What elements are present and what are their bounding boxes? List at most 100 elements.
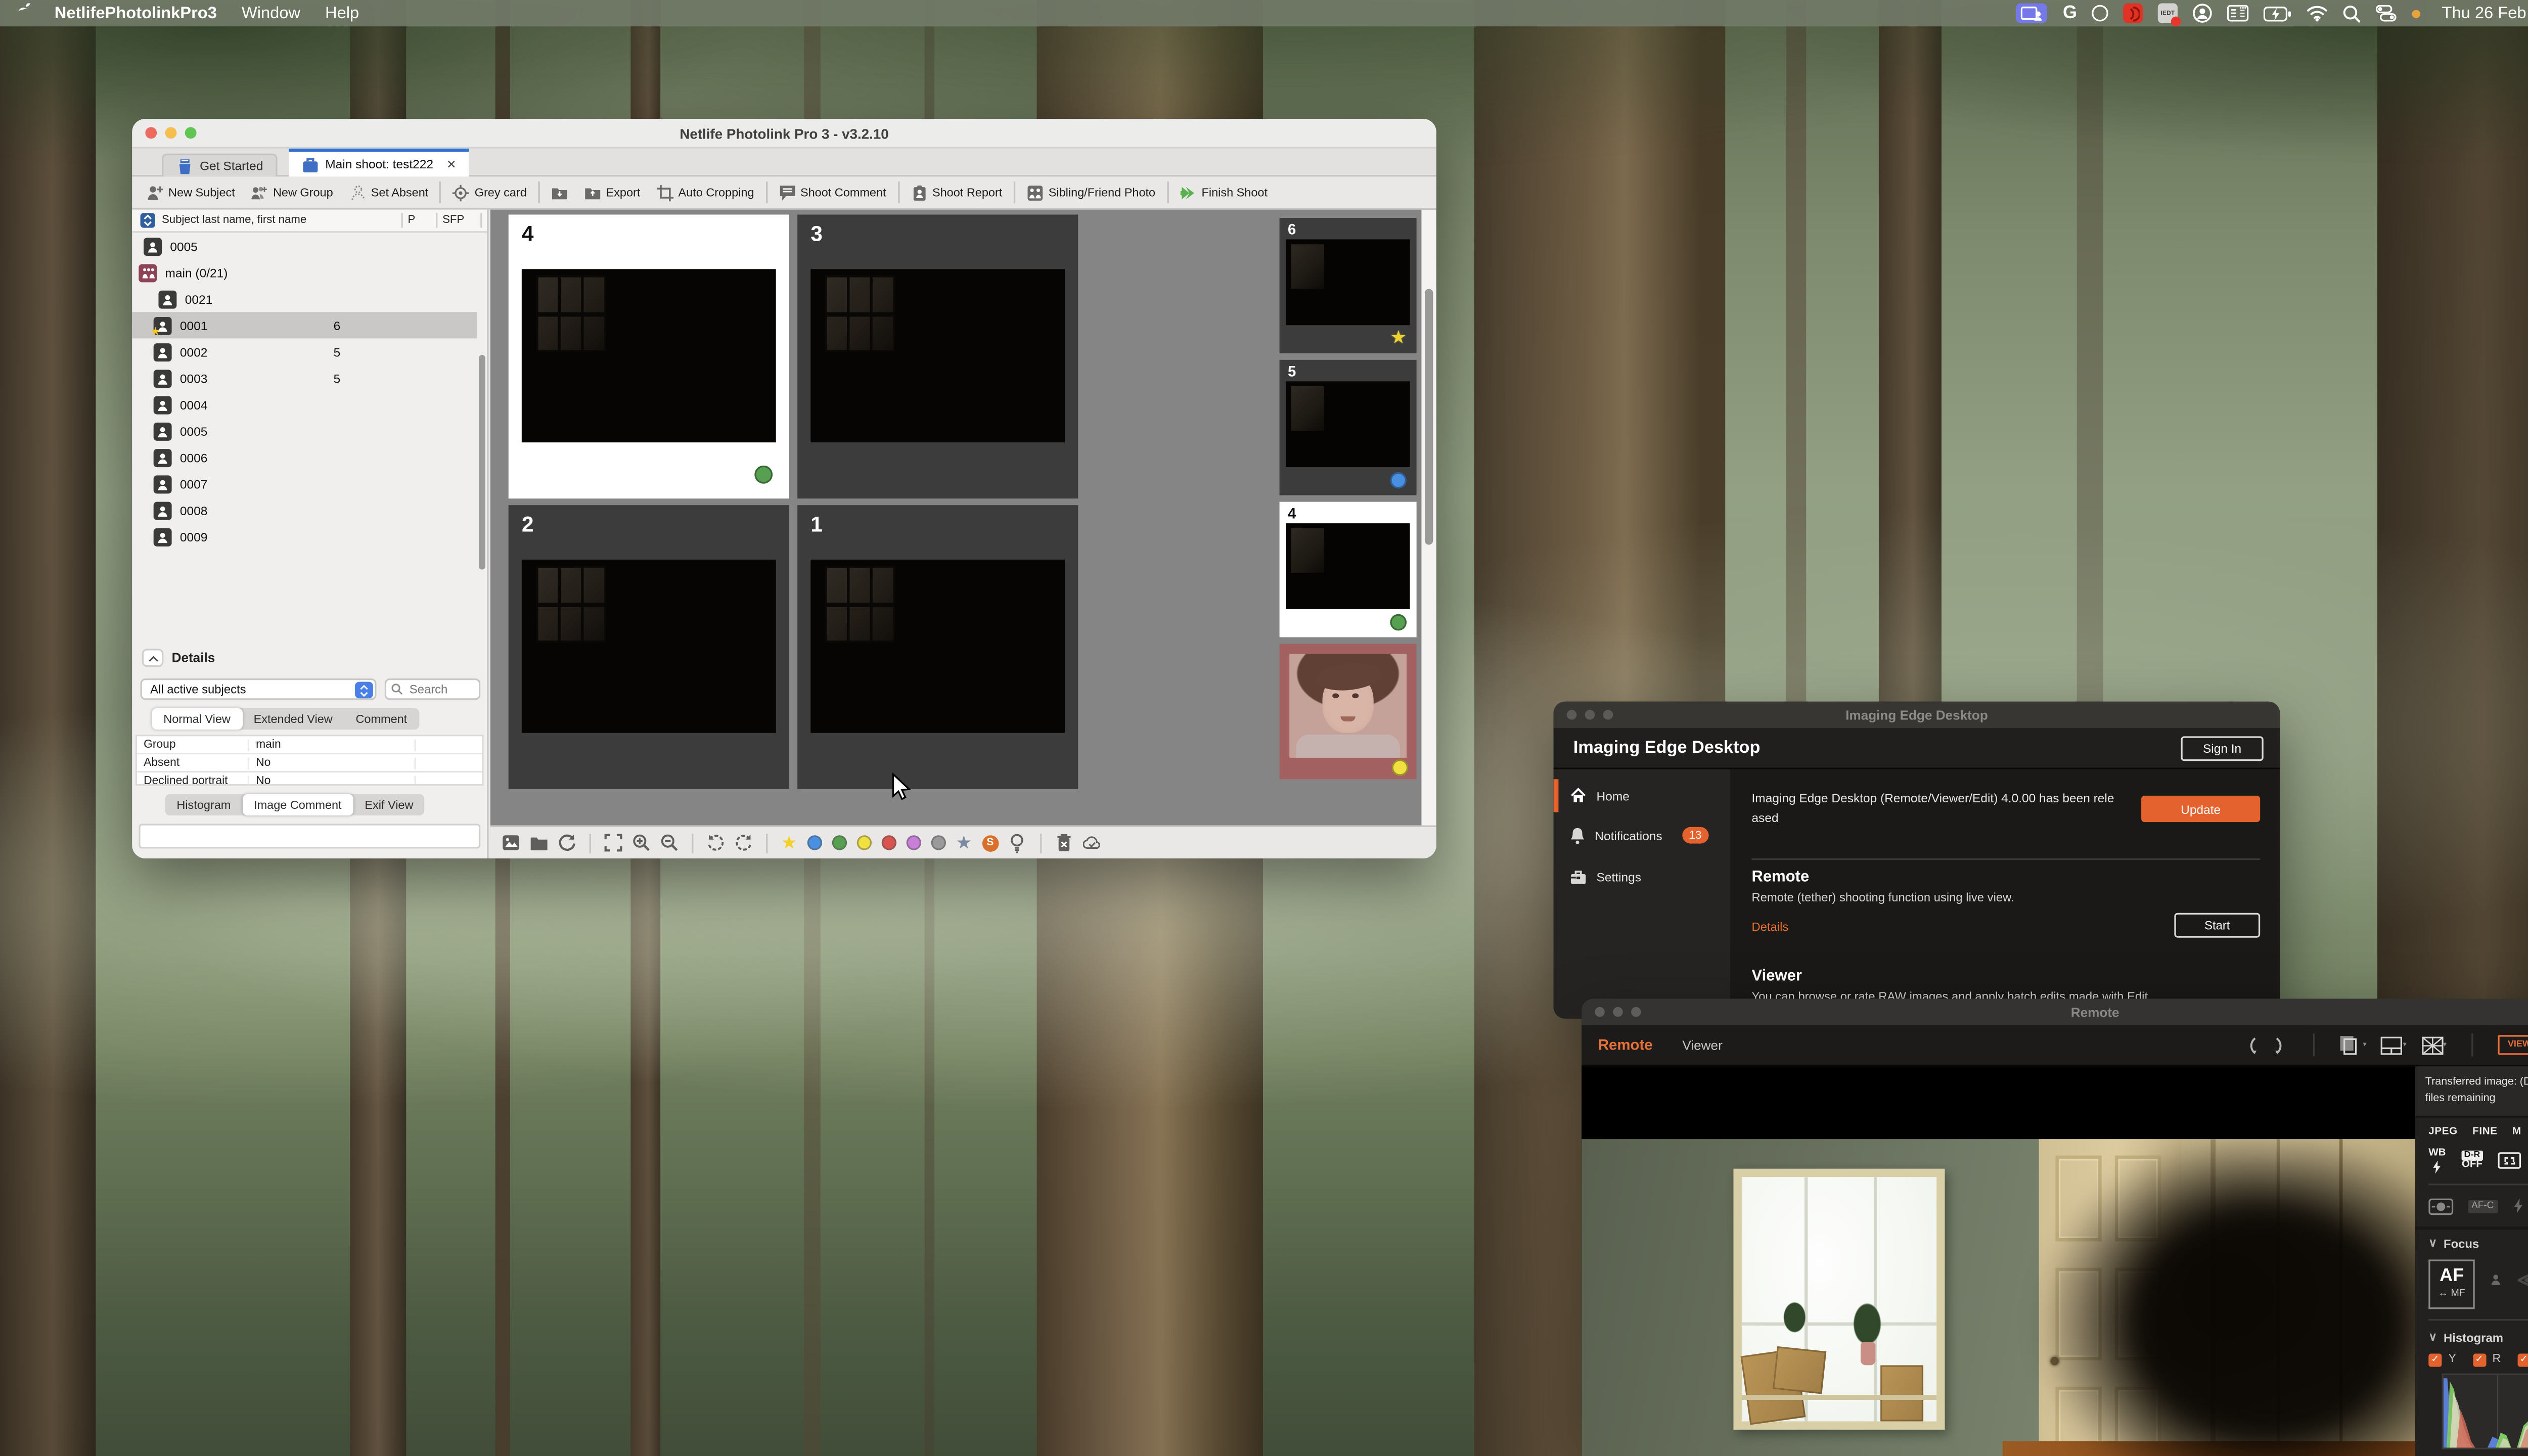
wifi-icon[interactable] bbox=[2307, 5, 2328, 22]
battery-icon[interactable] bbox=[2264, 6, 2292, 20]
slate-star-button[interactable]: ★ bbox=[956, 835, 972, 851]
search-field[interactable] bbox=[385, 678, 480, 700]
tab-normal-view[interactable]: Normal View bbox=[152, 708, 242, 730]
grey-card-button[interactable]: Grey card bbox=[445, 184, 535, 201]
window-manager-icon[interactable] bbox=[2227, 5, 2248, 22]
jpeg-setting[interactable]: JPEG bbox=[2428, 1126, 2458, 1138]
fine-setting[interactable]: FINE bbox=[2472, 1126, 2497, 1138]
s-label-button[interactable]: S bbox=[982, 835, 999, 851]
list-item-group[interactable]: main (0/21) bbox=[132, 259, 477, 286]
filmstrip-card-4[interactable]: 4 bbox=[1280, 502, 1417, 638]
layout-single-icon[interactable]: ▾ bbox=[2340, 1035, 2367, 1055]
white-balance-setting[interactable]: WB bbox=[2428, 1149, 2446, 1173]
tab-image-comment[interactable]: Image Comment bbox=[242, 794, 353, 815]
new-subject-button[interactable]: New Subject bbox=[139, 184, 243, 201]
list-item[interactable]: 0009 bbox=[132, 523, 477, 550]
size-setting[interactable]: M bbox=[2512, 1126, 2521, 1138]
filmstrip-scrollbar-thumb[interactable] bbox=[1425, 289, 1433, 544]
tab-get-started[interactable]: Get Started bbox=[162, 154, 278, 177]
photo-thumbnail[interactable] bbox=[810, 269, 1065, 442]
tab-comment[interactable]: Comment bbox=[344, 708, 419, 730]
filmstrip-card-5[interactable]: 5 bbox=[1280, 360, 1417, 495]
focus-section-header[interactable]: ∨ Focus bbox=[2428, 1236, 2528, 1251]
collapse-button[interactable] bbox=[142, 649, 163, 667]
start-button[interactable]: Start bbox=[2174, 913, 2260, 938]
column-p[interactable]: P bbox=[408, 214, 431, 226]
list-item[interactable]: 0003 5 bbox=[132, 365, 477, 391]
checkbox-g[interactable]: ✓ bbox=[2517, 1353, 2528, 1367]
focus-area-icon[interactable] bbox=[2498, 1153, 2521, 1169]
metering-icon[interactable] bbox=[2428, 1198, 2453, 1215]
rotate-right-icon[interactable] bbox=[735, 834, 753, 852]
gray-label-button[interactable] bbox=[931, 835, 945, 850]
photo-cell-3[interactable]: 3 bbox=[797, 214, 1078, 498]
tab-close-icon[interactable]: ✕ bbox=[446, 158, 456, 171]
list-item[interactable]: 0005 bbox=[132, 418, 477, 444]
tab-remote[interactable]: Remote bbox=[1598, 1037, 1653, 1054]
grammarly-icon[interactable]: G bbox=[2063, 4, 2077, 23]
search-input[interactable] bbox=[406, 680, 472, 698]
rotate-cw-icon[interactable] bbox=[2274, 1036, 2288, 1054]
titlebar[interactable]: Remote bbox=[1582, 999, 2528, 1025]
star-rating-button[interactable]: ★ bbox=[781, 835, 797, 851]
spotlight-icon[interactable] bbox=[2343, 4, 2361, 22]
import-button[interactable] bbox=[543, 184, 576, 201]
yellow-label-button[interactable] bbox=[856, 835, 871, 850]
focus-far-fast-icon[interactable]: ≪ bbox=[2517, 1269, 2528, 1290]
menu-window[interactable]: Window bbox=[242, 4, 300, 22]
titlebar[interactable]: Imaging Edge Desktop bbox=[1554, 702, 2280, 728]
green-label-button[interactable] bbox=[832, 835, 846, 850]
red-app-icon[interactable] bbox=[2123, 4, 2143, 23]
list-scrollbar[interactable] bbox=[479, 355, 485, 569]
tab-viewer[interactable]: Viewer bbox=[1682, 1037, 1722, 1052]
auto-cropping-button[interactable]: Auto Cropping bbox=[649, 184, 762, 201]
finish-shoot-button[interactable]: Finish Shoot bbox=[1172, 184, 1276, 201]
list-item[interactable]: 0002 5 bbox=[132, 338, 477, 365]
list-item[interactable]: 0004 bbox=[132, 391, 477, 418]
zoom-in-icon[interactable] bbox=[633, 834, 651, 852]
column-sfp[interactable]: SFP bbox=[442, 214, 475, 226]
photo-thumbnail[interactable] bbox=[810, 560, 1065, 733]
delete-icon[interactable] bbox=[1055, 834, 1073, 852]
tab-main-shoot[interactable]: Main shoot: test222 ✕ bbox=[289, 149, 469, 177]
update-button[interactable]: Update bbox=[2141, 796, 2260, 822]
menu-help[interactable]: Help bbox=[325, 4, 359, 22]
rotate-ccw-icon[interactable] bbox=[2244, 1036, 2259, 1054]
photo-thumbnail[interactable] bbox=[1286, 239, 1410, 325]
photo-thumbnail[interactable] bbox=[1286, 381, 1410, 467]
shoot-comment-button[interactable]: Shoot Comment bbox=[771, 184, 894, 201]
new-group-button[interactable]: New Group bbox=[243, 184, 341, 201]
checkbox-r[interactable]: ✓ bbox=[2472, 1353, 2486, 1367]
subject-list-header[interactable]: Subject last name, first name P SFP bbox=[132, 210, 487, 233]
zoom-out-icon[interactable] bbox=[660, 834, 679, 852]
account-icon[interactable] bbox=[2192, 4, 2212, 23]
screen-mirroring-icon[interactable] bbox=[2017, 4, 2048, 23]
red-label-button[interactable] bbox=[881, 835, 896, 850]
view-button[interactable]: VIEW bbox=[2498, 1035, 2528, 1055]
list-item[interactable]: 0008 bbox=[132, 497, 477, 523]
creative-cloud-icon[interactable] bbox=[2092, 5, 2108, 22]
menu-clock[interactable]: Thu 26 Feb 15:31 bbox=[2442, 4, 2528, 22]
layout-grid-icon[interactable]: ▾ bbox=[2421, 1036, 2447, 1054]
photo-thumbnail[interactable] bbox=[1286, 523, 1410, 609]
titlebar[interactable]: Netlife Photolink Pro 3 - v3.2.10 bbox=[132, 119, 1436, 149]
list-item[interactable]: 0007 bbox=[132, 471, 477, 497]
list-item[interactable]: 0006 bbox=[132, 444, 477, 470]
refresh-icon[interactable] bbox=[558, 834, 576, 852]
filmstrip-card-portrait[interactable] bbox=[1280, 644, 1417, 779]
sidebar-item-settings[interactable]: Settings bbox=[1554, 857, 1730, 896]
apple-menu-icon[interactable] bbox=[17, 4, 35, 23]
tab-exif-view[interactable]: Exif View bbox=[353, 794, 425, 815]
lightbulb-icon[interactable] bbox=[1008, 834, 1026, 852]
photo-thumbnail[interactable] bbox=[522, 269, 776, 442]
layout-split-icon[interactable]: ▾ bbox=[2381, 1036, 2407, 1054]
filmstrip-scrollbar-track[interactable] bbox=[1421, 210, 1436, 826]
image-comment-box[interactable] bbox=[139, 824, 480, 848]
tab-histogram[interactable]: Histogram bbox=[165, 794, 243, 815]
dynamic-range-setting[interactable]: D-R OFF bbox=[2461, 1150, 2484, 1171]
active-app-menu[interactable]: NetlifePhotolinkPro3 bbox=[55, 4, 217, 22]
photo-thumbnail[interactable] bbox=[522, 560, 776, 733]
violet-label-button[interactable] bbox=[906, 835, 921, 850]
export-button[interactable]: Export bbox=[576, 184, 649, 201]
sign-in-button[interactable]: Sign In bbox=[2181, 736, 2263, 761]
